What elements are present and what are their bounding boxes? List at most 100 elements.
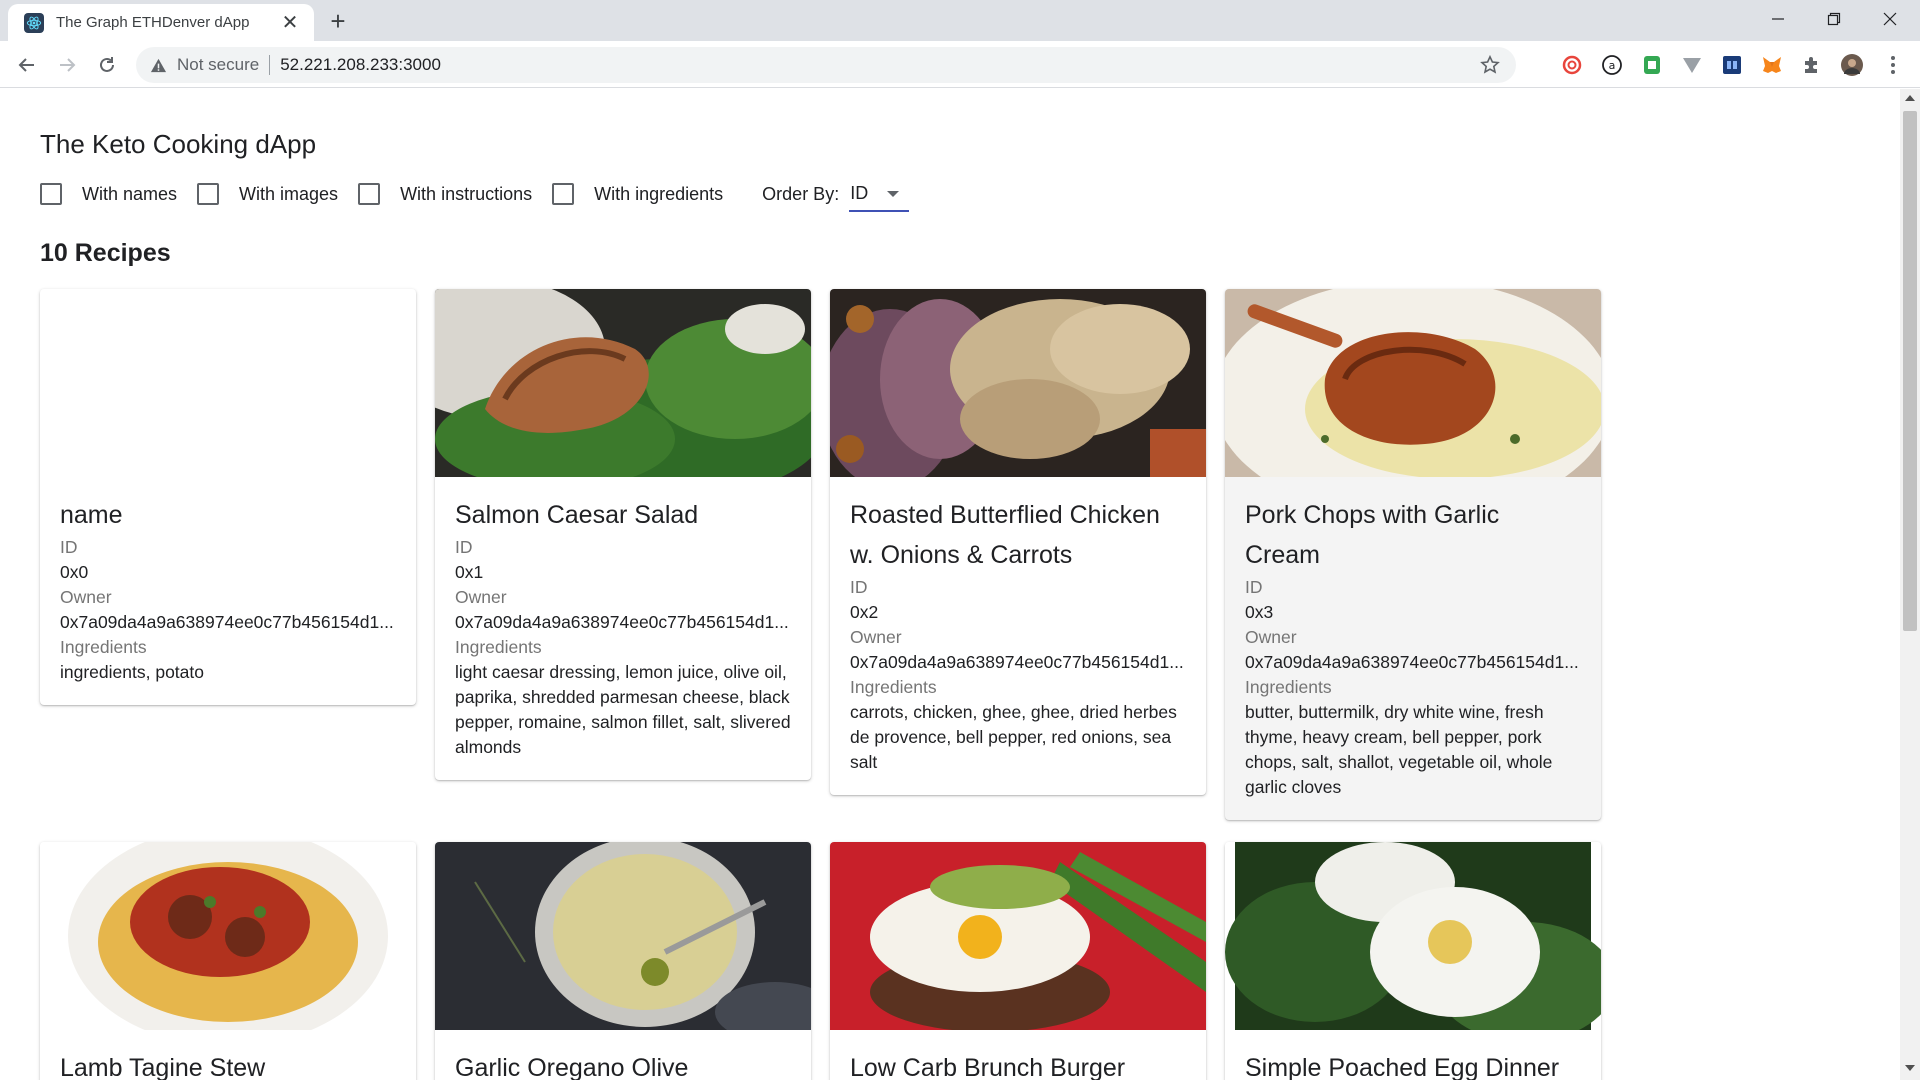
page-content: The Keto Cooking dApp With names With im…: [0, 89, 1900, 1080]
recipe-name: Garlic Oregano Olive: [455, 1054, 689, 1080]
checkbox-with-images[interactable]: [197, 183, 220, 205]
restore-window-icon[interactable]: [1806, 0, 1862, 38]
burger-photo: [830, 842, 1206, 1030]
green-clipboard-extension-icon[interactable]: [1641, 54, 1663, 76]
olive-dip-photo: [435, 842, 811, 1030]
filter-with-instructions[interactable]: With instructions: [358, 183, 532, 205]
pork-chop-photo: [1225, 289, 1601, 477]
recipe-id: 0x0: [60, 562, 89, 582]
forward-arrow-icon[interactable]: [52, 50, 82, 80]
scroll-down-icon[interactable]: [1905, 1065, 1915, 1071]
filter-with-names[interactable]: With names: [40, 183, 177, 205]
close-window-icon[interactable]: [1862, 0, 1918, 38]
filter-label: With names: [82, 183, 178, 204]
close-tab-icon[interactable]: ✕: [278, 13, 302, 33]
v-shield-extension-icon[interactable]: [1681, 54, 1703, 76]
recipe-id: 0x3: [1245, 602, 1274, 622]
recipe-name: Roasted Butterflied Chicken w. Onions & …: [850, 501, 1160, 569]
scroll-thumb[interactable]: [1903, 111, 1917, 631]
filter-with-images[interactable]: With images: [197, 183, 338, 205]
ingredients-label: Ingredients: [1245, 677, 1332, 697]
address-bar[interactable]: Not secure 52.221.208.233:3000: [136, 47, 1516, 83]
bookmark-star-icon[interactable]: [1480, 55, 1500, 75]
url-text: 52.221.208.233:3000: [280, 55, 441, 74]
dropdown-caret-icon: [887, 191, 900, 197]
recipe-name: Pork Chops with Garlic Cream: [1245, 501, 1500, 569]
salmon-salad-photo: [435, 289, 811, 477]
new-tab-icon[interactable]: +: [324, 8, 352, 36]
recipe-owner: 0x7a09da4a9a638974ee0c77b456154d1...: [850, 652, 1184, 672]
browser-tab-strip: The Graph ETHDenver dApp ✕ +: [0, 0, 1920, 41]
spiral-extension-icon[interactable]: [1561, 54, 1583, 76]
circle-a-extension-icon[interactable]: a: [1601, 54, 1623, 76]
recipe-ingredients: light caesar dressing, lemon juice, oliv…: [455, 662, 791, 757]
browser-toolbar: Not secure 52.221.208.233:3000 a: [0, 41, 1920, 88]
metamask-fox-icon[interactable]: [1761, 54, 1783, 76]
id-label: ID: [60, 537, 78, 557]
filter-label: With images: [239, 183, 339, 204]
app-title: The Keto Cooking dApp: [40, 129, 317, 159]
address-divider: [269, 55, 271, 75]
reload-icon[interactable]: [92, 50, 122, 80]
more-menu-icon[interactable]: [1882, 54, 1904, 76]
scroll-up-icon[interactable]: [1905, 95, 1915, 101]
svg-text:a: a: [1609, 59, 1616, 72]
ingredients-label: Ingredients: [850, 677, 937, 697]
ingredients-label: Ingredients: [60, 637, 147, 657]
recipe-ingredients: carrots, chicken, ghee, ghee, dried herb…: [850, 702, 1177, 772]
profile-avatar-icon[interactable]: [1841, 54, 1863, 76]
recipe-ingredients: butter, buttermilk, dry white wine, fres…: [1245, 702, 1553, 797]
recipe-owner: 0x7a09da4a9a638974ee0c77b456154d1...: [1245, 652, 1579, 672]
filter-label: With instructions: [400, 183, 533, 204]
recipe-card[interactable]: Pork Chops with Garlic Cream ID 0x3 Owne…: [1225, 289, 1601, 820]
recipe-card[interactable]: Lamb Tagine Stew: [40, 842, 416, 1080]
recipe-ingredients: ingredients, potato: [60, 662, 204, 682]
order-by-value: ID: [850, 182, 869, 203]
back-arrow-icon[interactable]: [12, 50, 42, 80]
owner-label: Owner: [455, 587, 507, 607]
checkbox-with-names[interactable]: [40, 183, 62, 205]
recipe-card[interactable]: Simple Poached Egg Dinner: [1225, 842, 1601, 1080]
recipe-name: Simple Poached Egg Dinner: [1245, 1054, 1560, 1080]
minimize-window-icon[interactable]: [1750, 0, 1806, 38]
owner-label: Owner: [1245, 627, 1297, 647]
poached-egg-photo: [1225, 842, 1601, 1030]
owner-label: Owner: [60, 587, 112, 607]
page-scrollbar[interactable]: [1900, 89, 1920, 1080]
id-label: ID: [455, 537, 473, 557]
filter-label: With ingredients: [594, 183, 724, 204]
recipe-name: Salmon Caesar Salad: [455, 501, 699, 529]
recipe-image-placeholder: [40, 289, 416, 477]
recipe-card[interactable]: Garlic Oregano Olive: [435, 842, 811, 1080]
order-by-label: Order By:: [762, 183, 840, 204]
recipe-owner: 0x7a09da4a9a638974ee0c77b456154d1...: [455, 612, 789, 632]
react-logo-icon: [24, 12, 44, 33]
recipe-id: 0x1: [455, 562, 484, 582]
recipe-card[interactable]: Salmon Caesar Salad ID 0x1 Owner 0x7a09d…: [435, 289, 811, 780]
checkbox-with-instructions[interactable]: [358, 183, 381, 205]
warning-triangle-icon: [150, 57, 167, 74]
recipe-name: Low Carb Brunch Burger: [850, 1054, 1126, 1080]
recipe-count: 10 Recipes: [40, 239, 171, 267]
tab-title: The Graph ETHDenver dApp: [56, 14, 250, 31]
order-by-select[interactable]: ID: [849, 176, 910, 212]
lamb-stew-photo: [40, 842, 416, 1030]
ingredients-label: Ingredients: [455, 637, 542, 657]
recipe-owner: 0x7a09da4a9a638974ee0c77b456154d1...: [60, 612, 394, 632]
recipe-card[interactable]: name ID 0x0 Owner 0x7a09da4a9a638974ee0c…: [40, 289, 416, 705]
filter-with-ingredients[interactable]: With ingredients: [552, 183, 723, 205]
filter-bar: With names With images With instructions…: [40, 176, 910, 212]
owner-label: Owner: [850, 627, 902, 647]
recipe-id: 0x2: [850, 602, 879, 622]
checkbox-with-ingredients[interactable]: [552, 183, 575, 205]
recipe-card[interactable]: Low Carb Brunch Burger: [830, 842, 1206, 1080]
puzzle-extensions-icon[interactable]: [1801, 54, 1823, 76]
recipe-name: Lamb Tagine Stew: [60, 1054, 266, 1080]
recipe-card[interactable]: Roasted Butterflied Chicken w. Onions & …: [830, 289, 1206, 795]
id-label: ID: [850, 577, 868, 597]
roast-chicken-photo: [830, 289, 1206, 477]
browser-tab[interactable]: The Graph ETHDenver dApp ✕: [8, 4, 314, 41]
blue-square-extension-icon[interactable]: [1721, 54, 1743, 76]
id-label: ID: [1245, 577, 1263, 597]
security-status: Not secure: [177, 55, 260, 74]
